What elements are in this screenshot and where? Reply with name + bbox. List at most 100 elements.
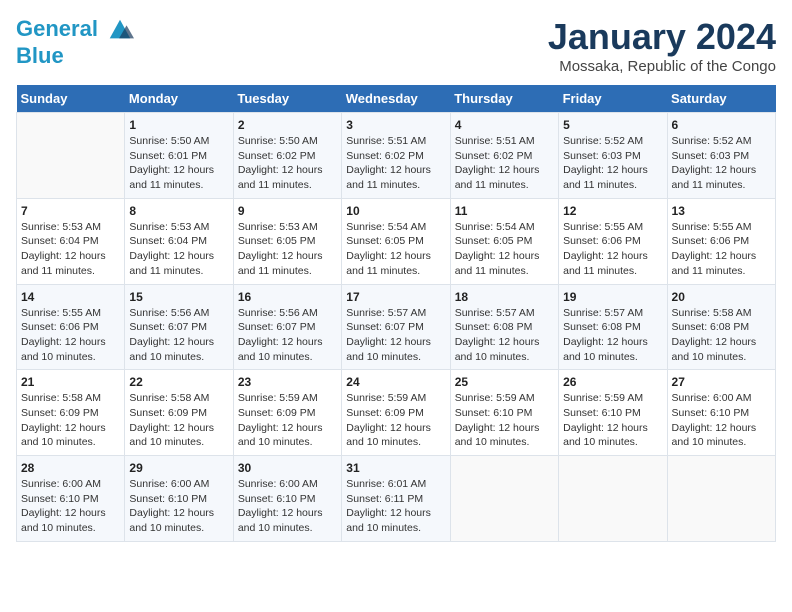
month-year-title: January 2024 [548,16,776,58]
day-info: Sunrise: 6:00 AM Sunset: 6:10 PM Dayligh… [238,477,337,536]
logo-text: General [16,16,134,44]
day-info: Sunrise: 5:59 AM Sunset: 6:10 PM Dayligh… [455,391,554,450]
day-number: 21 [21,375,120,389]
calendar-cell: 9 Sunrise: 5:53 AM Sunset: 6:05 PM Daylig… [233,198,341,284]
calendar-cell: 30 Sunrise: 6:00 AM Sunset: 6:10 PM Dayli… [233,456,341,542]
calendar-cell: 8 Sunrise: 5:53 AM Sunset: 6:04 PM Daylig… [125,198,233,284]
day-number: 30 [238,461,337,475]
day-number: 2 [238,118,337,132]
day-info: Sunrise: 6:00 AM Sunset: 6:10 PM Dayligh… [129,477,228,536]
calendar-week-2: 7 Sunrise: 5:53 AM Sunset: 6:04 PM Daylig… [17,198,776,284]
day-info: Sunrise: 5:50 AM Sunset: 6:01 PM Dayligh… [129,134,228,193]
day-number: 7 [21,204,120,218]
day-number: 9 [238,204,337,218]
weekday-header-tuesday: Tuesday [233,85,341,113]
day-info: Sunrise: 5:55 AM Sunset: 6:06 PM Dayligh… [21,306,120,365]
day-number: 19 [563,290,662,304]
day-info: Sunrise: 5:53 AM Sunset: 6:04 PM Dayligh… [129,220,228,279]
day-number: 6 [672,118,771,132]
calendar-cell [17,113,125,199]
calendar-cell: 29 Sunrise: 6:00 AM Sunset: 6:10 PM Dayli… [125,456,233,542]
calendar-cell: 13 Sunrise: 5:55 AM Sunset: 6:06 PM Dayli… [667,198,775,284]
day-info: Sunrise: 6:00 AM Sunset: 6:10 PM Dayligh… [672,391,771,450]
day-number: 26 [563,375,662,389]
calendar-cell: 27 Sunrise: 6:00 AM Sunset: 6:10 PM Dayli… [667,370,775,456]
day-info: Sunrise: 6:00 AM Sunset: 6:10 PM Dayligh… [21,477,120,536]
day-number: 11 [455,204,554,218]
day-info: Sunrise: 5:58 AM Sunset: 6:09 PM Dayligh… [129,391,228,450]
calendar-cell: 26 Sunrise: 5:59 AM Sunset: 6:10 PM Dayli… [559,370,667,456]
day-info: Sunrise: 5:56 AM Sunset: 6:07 PM Dayligh… [129,306,228,365]
day-number: 31 [346,461,445,475]
calendar-cell: 28 Sunrise: 6:00 AM Sunset: 6:10 PM Dayli… [17,456,125,542]
calendar-cell: 18 Sunrise: 5:57 AM Sunset: 6:08 PM Dayli… [450,284,558,370]
day-number: 25 [455,375,554,389]
calendar-table: SundayMondayTuesdayWednesdayThursdayFrid… [16,85,776,542]
day-info: Sunrise: 5:59 AM Sunset: 6:10 PM Dayligh… [563,391,662,450]
calendar-cell: 20 Sunrise: 5:58 AM Sunset: 6:08 PM Dayli… [667,284,775,370]
day-info: Sunrise: 5:55 AM Sunset: 6:06 PM Dayligh… [672,220,771,279]
calendar-cell: 11 Sunrise: 5:54 AM Sunset: 6:05 PM Dayli… [450,198,558,284]
day-number: 15 [129,290,228,304]
weekday-header-saturday: Saturday [667,85,775,113]
day-info: Sunrise: 5:51 AM Sunset: 6:02 PM Dayligh… [455,134,554,193]
day-info: Sunrise: 5:58 AM Sunset: 6:09 PM Dayligh… [21,391,120,450]
day-number: 18 [455,290,554,304]
calendar-cell: 16Sunrise: 5:56 AM Sunset: 6:07 PM Dayli… [233,284,341,370]
day-number: 14 [21,290,120,304]
day-info: Sunrise: 5:50 AM Sunset: 6:02 PM Dayligh… [238,134,337,193]
day-info: Sunrise: 5:51 AM Sunset: 6:02 PM Dayligh… [346,134,445,193]
calendar-cell [559,456,667,542]
day-info: Sunrise: 5:57 AM Sunset: 6:08 PM Dayligh… [455,306,554,365]
day-number: 13 [672,204,771,218]
weekday-header-friday: Friday [559,85,667,113]
logo: General Blue [16,16,134,68]
calendar-cell: 6 Sunrise: 5:52 AM Sunset: 6:03 PM Daylig… [667,113,775,199]
day-number: 1 [129,118,228,132]
calendar-cell: 21 Sunrise: 5:58 AM Sunset: 6:09 PM Dayli… [17,370,125,456]
title-section: January 2024 Mossaka, Republic of the Co… [548,16,776,75]
day-number: 22 [129,375,228,389]
day-info: Sunrise: 5:57 AM Sunset: 6:07 PM Dayligh… [346,306,445,365]
day-info: Sunrise: 5:54 AM Sunset: 6:05 PM Dayligh… [455,220,554,279]
calendar-cell: 3Sunrise: 5:51 AM Sunset: 6:02 PM Daylig… [342,113,450,199]
calendar-cell: 14 Sunrise: 5:55 AM Sunset: 6:06 PM Dayli… [17,284,125,370]
calendar-cell: 10 Sunrise: 5:54 AM Sunset: 6:05 PM Dayli… [342,198,450,284]
day-info: Sunrise: 5:52 AM Sunset: 6:03 PM Dayligh… [672,134,771,193]
calendar-cell [667,456,775,542]
calendar-cell: 1 Sunrise: 5:50 AM Sunset: 6:01 PM Daylig… [125,113,233,199]
calendar-cell: 24 Sunrise: 5:59 AM Sunset: 6:09 PM Dayli… [342,370,450,456]
day-number: 24 [346,375,445,389]
location-subtitle: Mossaka, Republic of the Congo [548,58,776,75]
day-number: 5 [563,118,662,132]
calendar-cell: 23Sunrise: 5:59 AM Sunset: 6:09 PM Dayli… [233,370,341,456]
day-number: 12 [563,204,662,218]
calendar-week-5: 28 Sunrise: 6:00 AM Sunset: 6:10 PM Dayli… [17,456,776,542]
day-info: Sunrise: 5:54 AM Sunset: 6:05 PM Dayligh… [346,220,445,279]
day-number: 10 [346,204,445,218]
weekday-header-thursday: Thursday [450,85,558,113]
logo-subtext: Blue [16,44,134,68]
day-number: 27 [672,375,771,389]
day-number: 29 [129,461,228,475]
day-number: 28 [21,461,120,475]
day-number: 16 [238,290,337,304]
day-number: 23 [238,375,337,389]
day-info: Sunrise: 5:55 AM Sunset: 6:06 PM Dayligh… [563,220,662,279]
calendar-cell: 15 Sunrise: 5:56 AM Sunset: 6:07 PM Dayli… [125,284,233,370]
page-header: General Blue January 2024 Mossaka, Repub… [16,16,776,75]
calendar-week-3: 14 Sunrise: 5:55 AM Sunset: 6:06 PM Dayli… [17,284,776,370]
day-number: 8 [129,204,228,218]
day-number: 4 [455,118,554,132]
day-info: Sunrise: 5:59 AM Sunset: 6:09 PM Dayligh… [346,391,445,450]
weekday-header-wednesday: Wednesday [342,85,450,113]
calendar-cell [450,456,558,542]
day-number: 17 [346,290,445,304]
day-info: Sunrise: 5:53 AM Sunset: 6:05 PM Dayligh… [238,220,337,279]
day-number: 20 [672,290,771,304]
day-info: Sunrise: 5:58 AM Sunset: 6:08 PM Dayligh… [672,306,771,365]
weekday-header-sunday: Sunday [17,85,125,113]
calendar-cell: 22 Sunrise: 5:58 AM Sunset: 6:09 PM Dayli… [125,370,233,456]
day-info: Sunrise: 6:01 AM Sunset: 6:11 PM Dayligh… [346,477,445,536]
calendar-cell: 7Sunrise: 5:53 AM Sunset: 6:04 PM Daylig… [17,198,125,284]
